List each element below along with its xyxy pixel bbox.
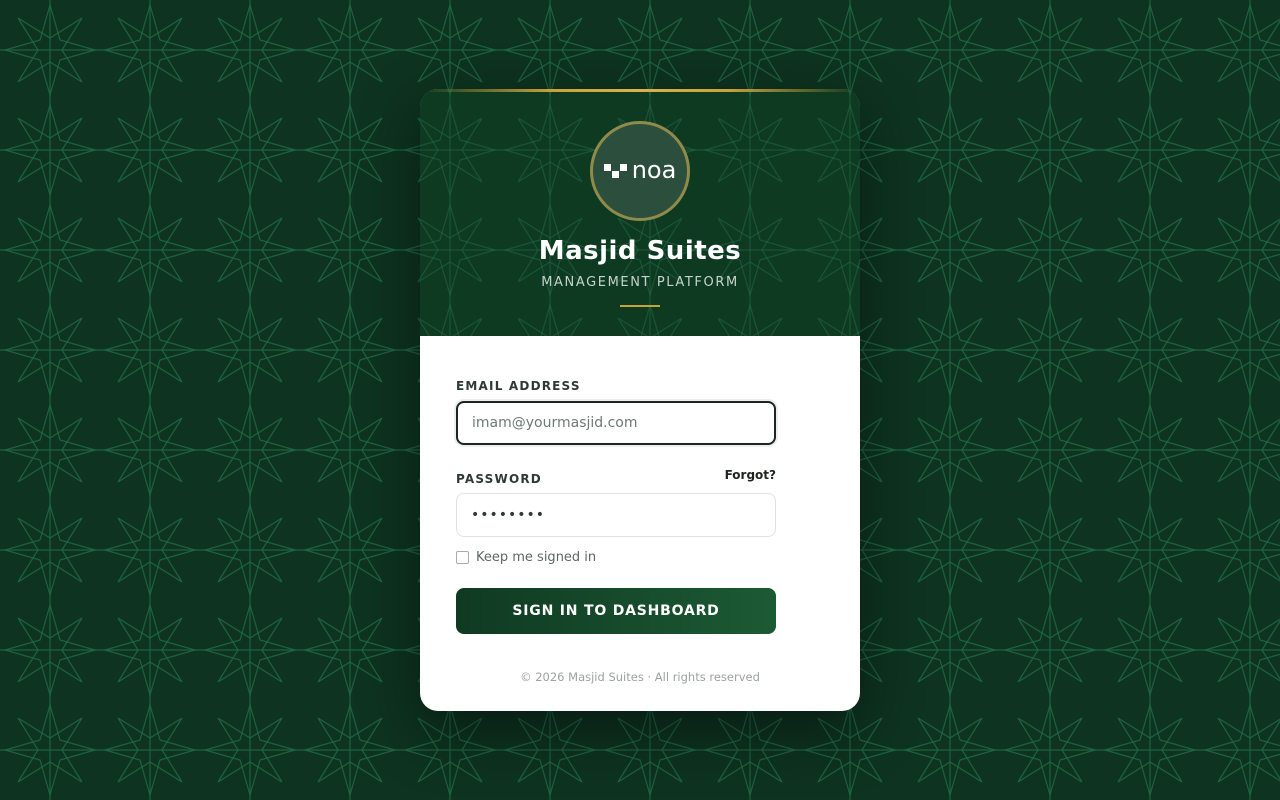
login-card: noa Masjid Suites MANAGEMENT PLATFORM EM… [420,89,860,711]
sign-in-button[interactable]: SIGN IN TO DASHBOARD [456,588,776,634]
password-field[interactable] [456,493,776,537]
forgot-password-link[interactable]: Forgot? [725,468,776,482]
remember-me-checkbox[interactable] [456,551,469,564]
email-label: EMAIL ADDRESS [456,379,581,393]
title-divider [620,305,660,307]
copyright-footer: © 2026 Masjid Suites · All rights reserv… [520,670,760,684]
logo-wordmark: noa [631,155,677,184]
email-field[interactable] [456,401,776,445]
pixel-blocks-logo-icon [603,164,627,178]
app-subtitle: MANAGEMENT PLATFORM [541,275,739,290]
brand-logo: noa [590,121,690,221]
app-title: Masjid Suites [538,236,742,266]
card-header: noa Masjid Suites MANAGEMENT PLATFORM [420,89,860,336]
remember-me-label[interactable]: Keep me signed in [476,550,596,565]
header-gold-accent-line [420,89,860,92]
remember-me-row[interactable]: Keep me signed in [456,550,596,565]
password-label: PASSWORD [456,472,542,486]
